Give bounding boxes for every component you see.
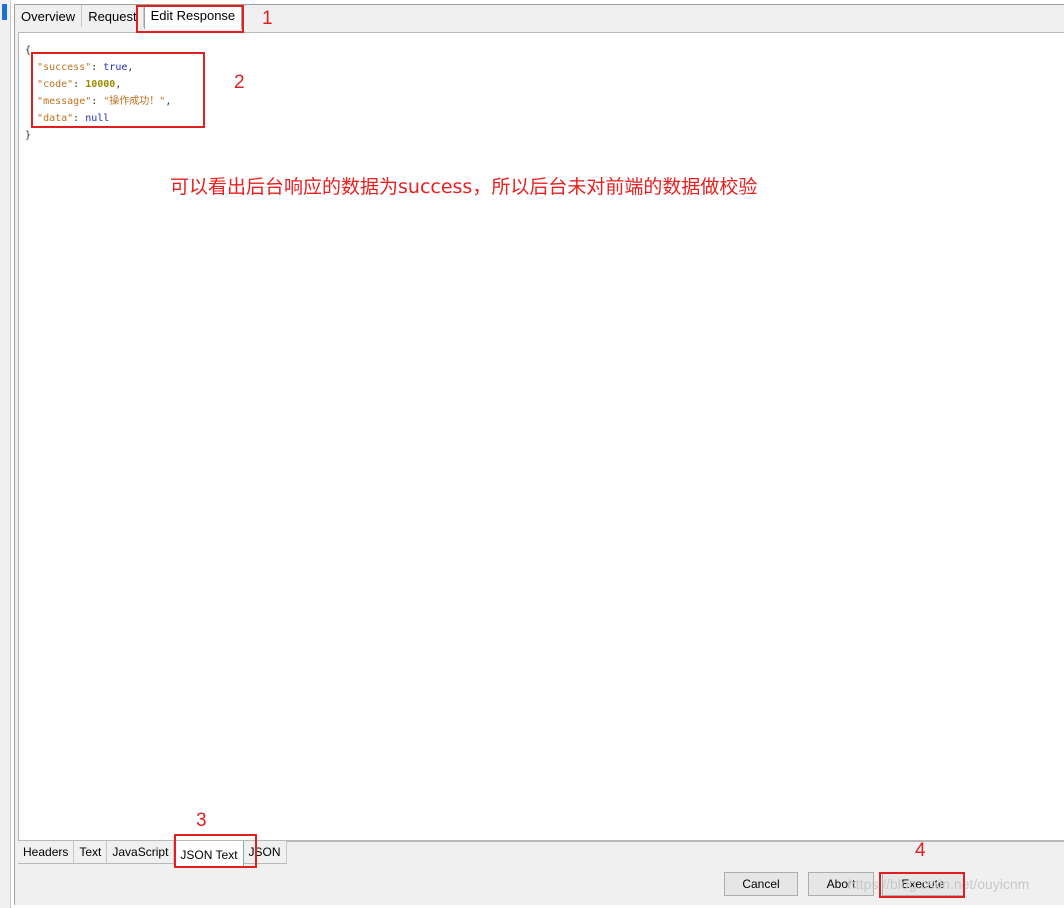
tab-headers[interactable]: Headers (18, 841, 75, 864)
annotation-box-4 (879, 872, 965, 898)
tab-text[interactable]: Text (74, 841, 108, 864)
annotation-box-3 (174, 834, 257, 868)
tab-overview[interactable]: Overview (15, 5, 83, 27)
composer-panel: Overview Request Edit Response { "succes… (14, 4, 1064, 905)
annotation-note: 可以看出后台响应的数据为success，所以后台未对前端的数据做校验 (170, 176, 758, 198)
tab-javascript[interactable]: JavaScript (107, 841, 175, 864)
annotation-number-1: 1 (262, 8, 273, 29)
cancel-button[interactable]: Cancel (724, 872, 798, 896)
response-editor[interactable]: { "success": true, "code": 10000, "messa… (18, 32, 1064, 842)
left-panel-edge (0, 0, 11, 908)
code-line: } (25, 130, 32, 141)
tab-request[interactable]: Request (82, 5, 144, 27)
panel-marker (2, 4, 7, 20)
annotation-number-3: 3 (196, 810, 207, 831)
annotation-box-2 (31, 52, 205, 128)
annotation-number-2: 2 (234, 72, 245, 93)
annotation-number-4: 4 (915, 840, 926, 861)
annotation-box-1 (136, 5, 244, 33)
